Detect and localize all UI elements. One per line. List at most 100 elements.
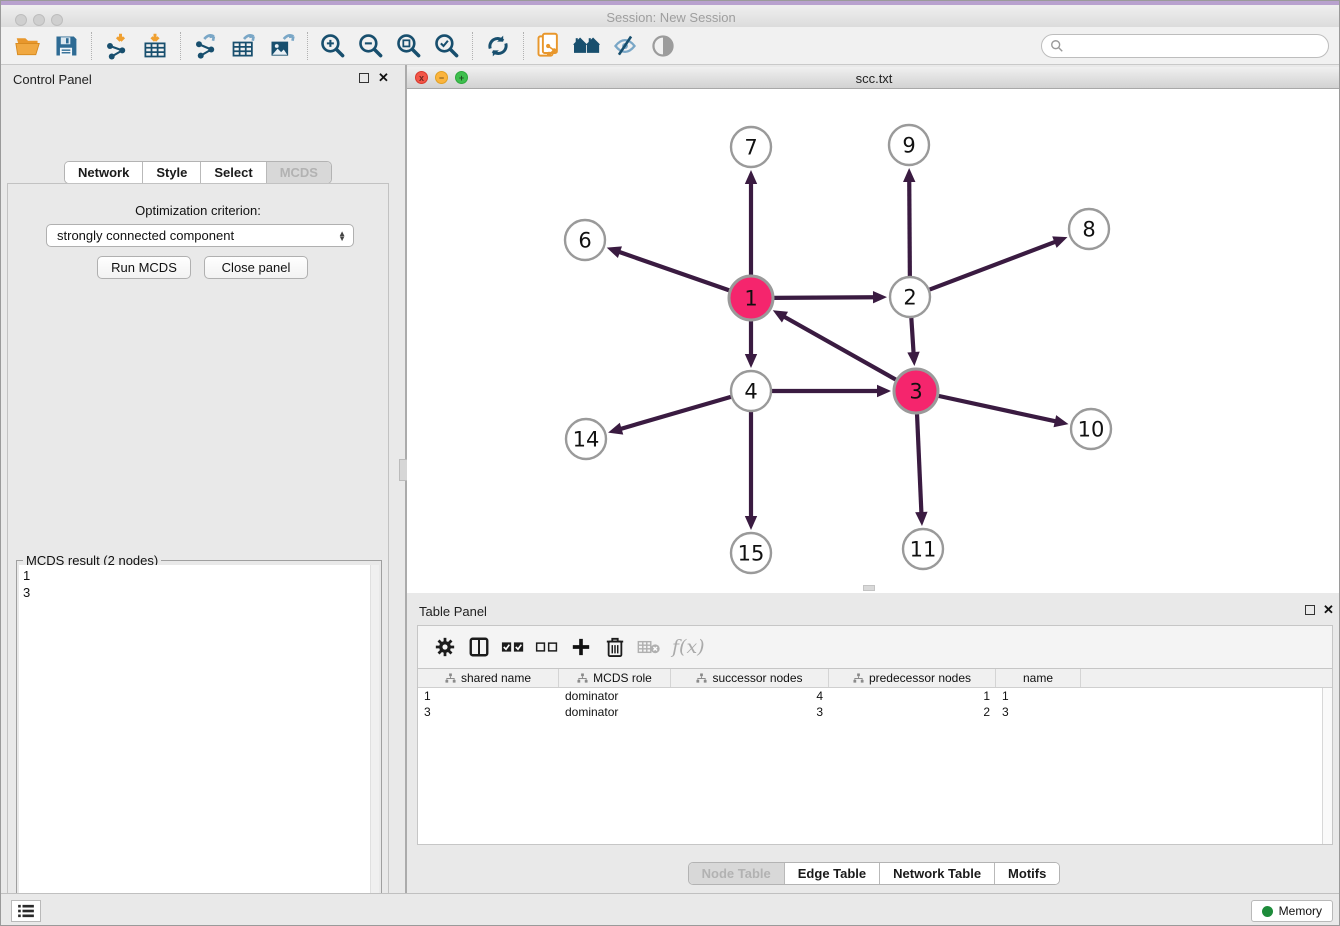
new-network-from-selection-icon[interactable] — [530, 30, 568, 62]
run-mcds-button[interactable]: Run MCDS — [97, 256, 191, 279]
node-label: 14 — [573, 427, 600, 451]
column-header-MCDS-role[interactable]: MCDS role — [559, 669, 671, 687]
table-toolbar: f(x) — [417, 625, 1333, 669]
search-input[interactable] — [1064, 36, 1328, 56]
node-label: 11 — [910, 537, 937, 561]
table-cell: dominator — [559, 704, 671, 720]
edge-2-9[interactable] — [909, 180, 910, 276]
import-table-icon[interactable] — [136, 30, 174, 62]
table-row[interactable]: 1dominator411 — [418, 688, 1332, 704]
edge-2-8[interactable] — [930, 241, 1057, 289]
network-window-titlebar[interactable]: x − + scc.txt — [407, 67, 1340, 89]
table-panel-tabs: Node TableEdge TableNetwork TableMotifs — [407, 862, 1340, 885]
table-cell: 1 — [418, 688, 559, 704]
zoom-in-icon[interactable] — [314, 30, 352, 62]
close-panel-button[interactable]: Close panel — [204, 256, 308, 279]
tab-network[interactable]: Network — [65, 162, 143, 183]
edge-arrowhead — [745, 170, 757, 184]
float-panel-icon[interactable] — [359, 73, 369, 83]
criterion-select[interactable]: strongly connected component ▲▼ — [46, 224, 354, 247]
tab-node-table[interactable]: Node Table — [689, 863, 785, 884]
column-header-shared-name[interactable]: shared name — [418, 669, 559, 687]
tab-select[interactable]: Select — [201, 162, 266, 183]
select-stepper-icon: ▲▼ — [338, 231, 346, 241]
edge-3-1[interactable] — [783, 316, 896, 380]
result-scrollbar[interactable] — [370, 565, 379, 926]
control-panel-tabs: NetworkStyleSelectMCDS — [1, 161, 395, 184]
table-body: 1dominator4113dominator323 — [418, 688, 1332, 720]
show-all-icon[interactable] — [644, 30, 682, 62]
unselect-all-columns-icon[interactable] — [530, 632, 564, 662]
node-label: 8 — [1082, 217, 1095, 241]
create-column-icon[interactable] — [564, 632, 598, 662]
table-options-icon[interactable] — [428, 632, 462, 662]
canvas-bottom-grip[interactable] — [863, 585, 875, 591]
toolbar-divider — [91, 32, 92, 60]
table-panel-title: Table Panel — [419, 604, 487, 619]
close-table-panel-icon[interactable]: ✕ — [1323, 602, 1334, 618]
zoom-out-icon[interactable] — [352, 30, 390, 62]
network-view-window: x − + scc.txt 7968124314101511 — [407, 67, 1340, 593]
zoom-fit-icon[interactable] — [390, 30, 428, 62]
mcds-result-list[interactable]: 13 — [19, 565, 379, 926]
table-scrollbar[interactable] — [1322, 688, 1332, 844]
edge-4-14[interactable] — [620, 397, 731, 429]
edge-3-10[interactable] — [938, 396, 1056, 422]
edge-3-11[interactable] — [917, 414, 921, 514]
save-session-icon[interactable] — [47, 30, 85, 62]
node-label: 2 — [903, 285, 916, 309]
toolbar-divider — [472, 32, 473, 60]
edge-arrowhead — [915, 512, 927, 526]
titlebar: Session: New Session — [1, 5, 1340, 27]
column-header-name[interactable]: name — [996, 669, 1081, 687]
control-panel: Control Panel ✕ NetworkStyleSelectMCDS O… — [1, 65, 395, 893]
show-hide-panels-icon[interactable] — [568, 30, 606, 62]
export-image-icon[interactable] — [263, 30, 301, 62]
close-panel-icon[interactable]: ✕ — [378, 70, 389, 86]
tab-mcds[interactable]: MCDS — [267, 162, 331, 183]
delete-columns-icon[interactable] — [598, 632, 632, 662]
import-network-icon[interactable] — [98, 30, 136, 62]
table-row[interactable]: 3dominator323 — [418, 704, 1332, 720]
optimization-criterion-label: Optimization criterion: — [8, 203, 388, 218]
mcds-result-line: 3 — [23, 584, 375, 601]
function-builder-icon[interactable]: f(x) — [672, 636, 705, 658]
float-table-panel-icon[interactable] — [1305, 605, 1315, 615]
mcds-tab-content: Optimization criterion: strongly connect… — [7, 183, 389, 926]
task-history-button[interactable] — [11, 900, 41, 922]
application-window: Session: New Session — [0, 0, 1340, 926]
edge-arrowhead — [877, 385, 891, 397]
table-cell: 1 — [996, 688, 1081, 704]
column-header-predecessor-nodes[interactable]: predecessor nodes — [829, 669, 996, 687]
column-header-successor-nodes[interactable]: successor nodes — [671, 669, 829, 687]
tab-network-table[interactable]: Network Table — [880, 863, 995, 884]
tab-motifs[interactable]: Motifs — [995, 863, 1059, 884]
search-icon — [1050, 39, 1064, 53]
zoom-selected-icon[interactable] — [428, 30, 466, 62]
table-panel-header: Table Panel ✕ — [407, 597, 1340, 625]
open-session-icon[interactable] — [9, 30, 47, 62]
select-all-columns-icon[interactable] — [496, 632, 530, 662]
tab-style[interactable]: Style — [143, 162, 201, 183]
export-network-icon[interactable] — [187, 30, 225, 62]
hide-selected-icon[interactable] — [606, 30, 644, 62]
table-cell: 2 — [829, 704, 996, 720]
network-graph-canvas[interactable]: 7968124314101511 — [407, 89, 1340, 593]
apply-layout-icon[interactable] — [479, 30, 517, 62]
edge-1-6[interactable] — [618, 252, 729, 291]
edge-arrowhead — [873, 291, 887, 303]
node-label: 1 — [744, 286, 757, 310]
table-cell: 3 — [996, 704, 1081, 720]
memory-button[interactable]: Memory — [1251, 900, 1333, 922]
export-table-icon[interactable] — [225, 30, 263, 62]
search-box[interactable] — [1041, 34, 1329, 58]
tab-edge-table[interactable]: Edge Table — [785, 863, 880, 884]
edge-1-2[interactable] — [774, 297, 875, 298]
delete-table-icon[interactable] — [632, 632, 666, 662]
memory-label: Memory — [1279, 904, 1322, 918]
edge-arrowhead — [745, 354, 757, 368]
show-columns-icon[interactable] — [462, 632, 496, 662]
node-table[interactable]: shared nameMCDS rolesuccessor nodesprede… — [417, 669, 1333, 845]
edge-2-3[interactable] — [911, 318, 913, 354]
table-panel: Table Panel ✕ — [407, 597, 1340, 891]
